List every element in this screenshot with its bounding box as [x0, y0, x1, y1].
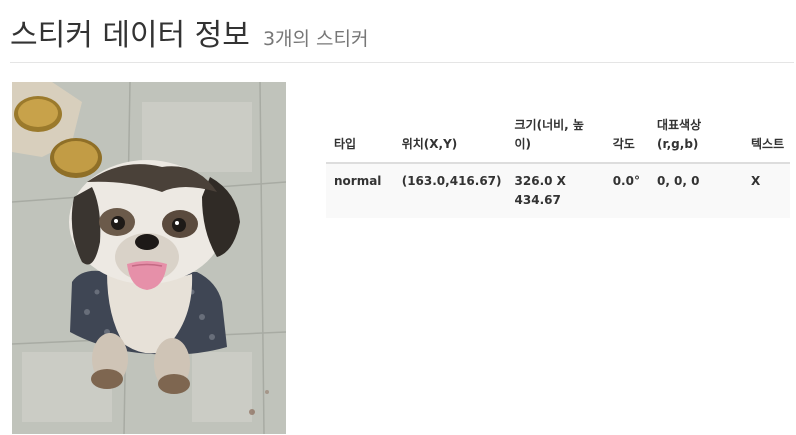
column-header-color: 대표색상(r,g,b) [648, 110, 743, 164]
cell-type: normal [326, 163, 394, 218]
cell-position: (163.0,416.67) [393, 163, 507, 218]
sticker-count: 3개의 스티커 [262, 28, 369, 50]
sticker-data-table: 타입 위치(X,Y) 크기(너비, 높이) 각도 대표색상(r,g,b) 텍스트… [326, 110, 790, 218]
dog-photo-icon [12, 82, 286, 434]
cell-angle: 0.0° [604, 163, 649, 218]
table-row: normal (163.0,416.67) 326.0 X 434.67 0.0… [326, 163, 790, 218]
cell-size: 326.0 X 434.67 [506, 163, 605, 218]
column-header-type: 타입 [326, 110, 394, 164]
cell-text: X [743, 163, 790, 218]
column-header-position: 위치(X,Y) [393, 110, 507, 164]
page-title: 스티커 데이터 정보 [10, 18, 250, 53]
cell-color: 0, 0, 0 [648, 163, 743, 218]
page-header: 스티커 데이터 정보 3개의 스티커 [10, 14, 794, 63]
table-header-row: 타입 위치(X,Y) 크기(너비, 높이) 각도 대표색상(r,g,b) 텍스트 [326, 110, 790, 164]
column-header-size: 크기(너비, 높이) [506, 110, 605, 164]
sticker-photo [12, 82, 286, 434]
column-header-angle: 각도 [604, 110, 649, 164]
column-header-text: 텍스트 [743, 110, 790, 164]
